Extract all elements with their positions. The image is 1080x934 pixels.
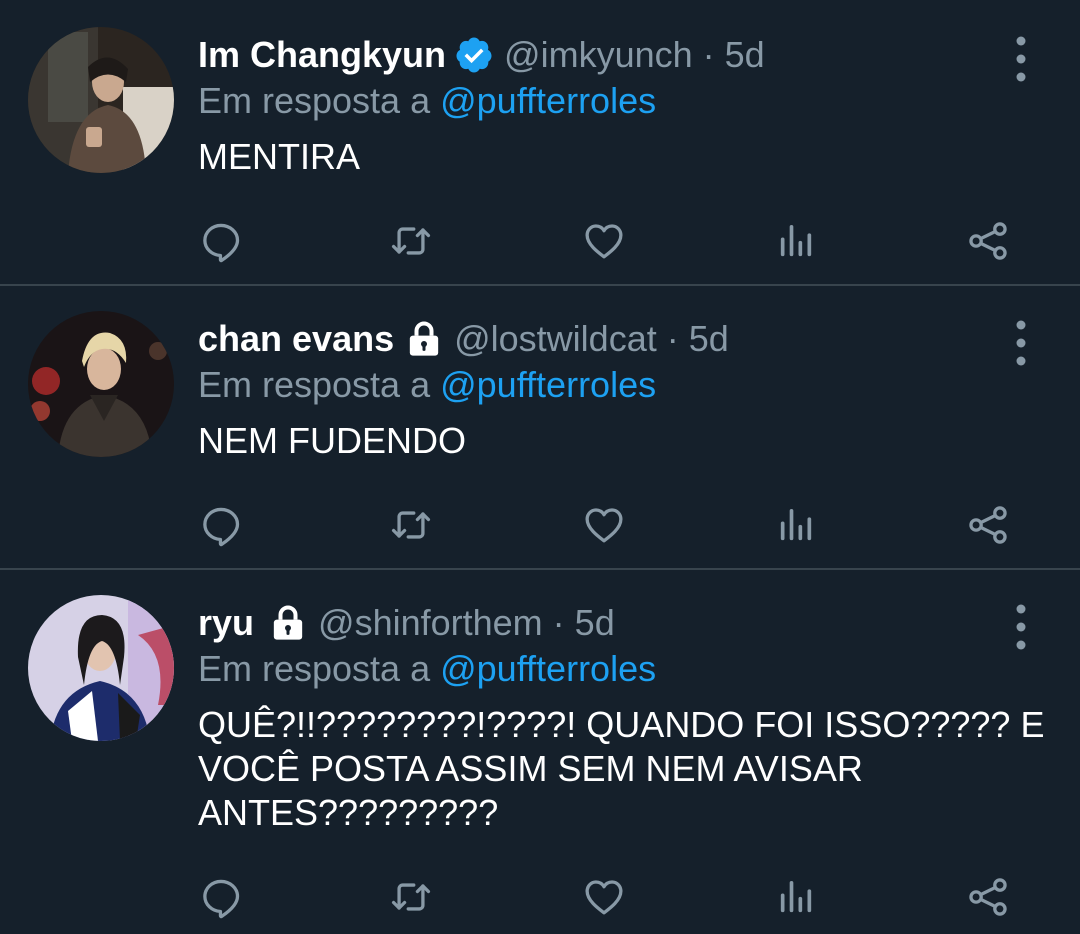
separator-dot: · xyxy=(702,34,715,75)
analytics-icon[interactable] xyxy=(771,216,821,266)
tweet[interactable]: Im Changkyun @imkyunch · 5d Em resposta … xyxy=(0,27,1080,277)
retweet-icon[interactable] xyxy=(386,500,436,550)
analytics-icon[interactable] xyxy=(771,500,821,550)
timestamp[interactable]: 5d xyxy=(689,311,729,367)
reply-context: Em resposta a @puffterroles xyxy=(198,641,656,697)
heart-icon[interactable] xyxy=(579,216,629,266)
tweet[interactable]: ryu @shinforthem · 5d Em resposta a @puf… xyxy=(0,595,1080,934)
reply-icon[interactable] xyxy=(196,872,246,922)
tweet-text: NEM FUDENDO xyxy=(198,420,466,461)
tweet[interactable]: chan evans @lostwildcat · 5d Em resposta… xyxy=(0,311,1080,561)
analytics-icon[interactable] xyxy=(771,872,821,922)
more-vertical-icon[interactable] xyxy=(1005,29,1037,89)
tweet-text-line: ANTES????????? xyxy=(198,792,499,833)
reply-context: Em resposta a @puffterroles xyxy=(198,73,656,129)
separator-dot: · xyxy=(666,318,679,359)
tweet-actions xyxy=(0,500,1080,550)
verified-badge-icon xyxy=(454,35,494,75)
avatar[interactable] xyxy=(28,27,174,173)
reply-context: Em resposta a @puffterroles xyxy=(198,357,656,413)
avatar[interactable] xyxy=(28,595,174,741)
tweet-text-line: QUÊ?!!????????!????! QUANDO FOI ISSO????… xyxy=(198,704,1045,745)
tweet-divider xyxy=(0,568,1080,570)
timestamp[interactable]: 5d xyxy=(725,27,765,83)
retweet-icon[interactable] xyxy=(386,872,436,922)
tweet-text: QUÊ?!!????????!????! QUANDO FOI ISSO????… xyxy=(198,703,1048,835)
reply-prefix: Em resposta a xyxy=(198,364,441,405)
tweet-text-line: VOCÊ POSTA ASSIM SEM NEM AVISAR xyxy=(198,748,863,789)
lock-icon xyxy=(268,603,308,643)
reply-mention-link[interactable]: @puffterroles xyxy=(440,364,656,405)
reply-icon[interactable] xyxy=(196,216,246,266)
tweet-divider xyxy=(0,284,1080,286)
heart-icon[interactable] xyxy=(579,872,629,922)
reply-icon[interactable] xyxy=(196,500,246,550)
more-vertical-icon[interactable] xyxy=(1005,597,1037,657)
more-vertical-icon[interactable] xyxy=(1005,313,1037,373)
reply-prefix: Em resposta a xyxy=(198,648,441,689)
tweet-actions xyxy=(0,872,1080,922)
tweet-actions xyxy=(0,216,1080,266)
share-icon[interactable] xyxy=(963,872,1013,922)
heart-icon[interactable] xyxy=(579,500,629,550)
retweet-icon[interactable] xyxy=(386,216,436,266)
avatar[interactable] xyxy=(28,311,174,457)
tweet-text: MENTIRA xyxy=(198,136,360,177)
lock-icon xyxy=(404,319,444,359)
reply-mention-link[interactable]: @puffterroles xyxy=(440,80,656,121)
share-icon[interactable] xyxy=(963,500,1013,550)
reply-mention-link[interactable]: @puffterroles xyxy=(440,648,656,689)
share-icon[interactable] xyxy=(963,216,1013,266)
reply-prefix: Em resposta a xyxy=(198,80,441,121)
